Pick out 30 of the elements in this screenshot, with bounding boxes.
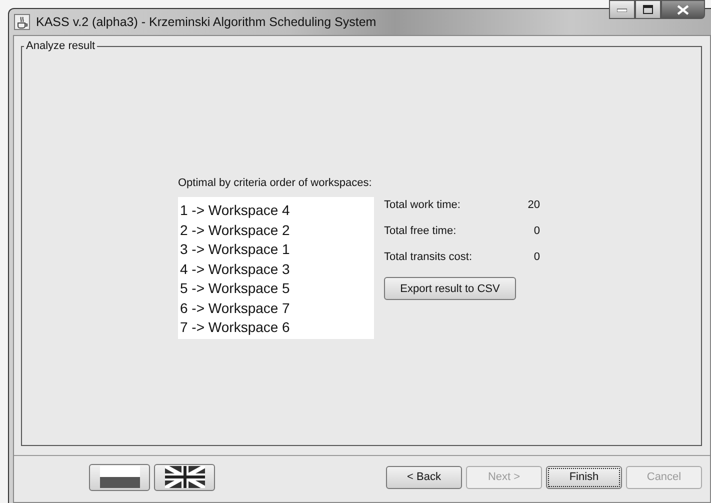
window-title: KASS v.2 (alpha3) - Krzeminski Algorithm Scheduling System [36, 15, 376, 29]
stat-label: Total transits cost: [384, 251, 472, 265]
list-item: 5 -> Workspace 5 [180, 279, 291, 298]
list-item: 2 -> Workspace 2 [180, 220, 291, 240]
stat-value: 0 [534, 225, 540, 239]
flag-icon [100, 466, 140, 488]
close-button[interactable] [661, 0, 705, 19]
wizard-button[interactable]: < Back [386, 466, 462, 488]
stat-value: 0 [534, 251, 540, 265]
wizard-button[interactable]: Finish [546, 466, 622, 488]
cup-icon [14, 14, 30, 30]
list-label: Optimal by criteria order of workspaces: [178, 177, 373, 189]
stat-label: Total work time: [384, 199, 460, 213]
language-button[interactable] [154, 464, 215, 490]
minimize-button[interactable] [609, 0, 635, 19]
stat-label: Total free time: [384, 225, 456, 239]
close-icon [677, 4, 689, 14]
list-item: 4 -> Workspace 3 [180, 260, 291, 279]
maximize-button[interactable] [635, 0, 661, 19]
list-item: 3 -> Workspace 1 [180, 240, 291, 259]
maximize-icon [643, 5, 653, 14]
export-button[interactable]: Export result to CSV [384, 277, 516, 300]
list-item: 7 -> Workspace 6 [180, 318, 291, 337]
list-item: 6 -> Workspace 7 [180, 298, 291, 318]
stat-value: 20 [528, 199, 540, 213]
list-item: 1 -> Workspace 4 [180, 201, 291, 220]
flag-icon [164, 466, 204, 488]
language-button[interactable] [89, 464, 150, 490]
minimize-icon [617, 8, 627, 12]
group-title: Analyze result [25, 40, 96, 52]
